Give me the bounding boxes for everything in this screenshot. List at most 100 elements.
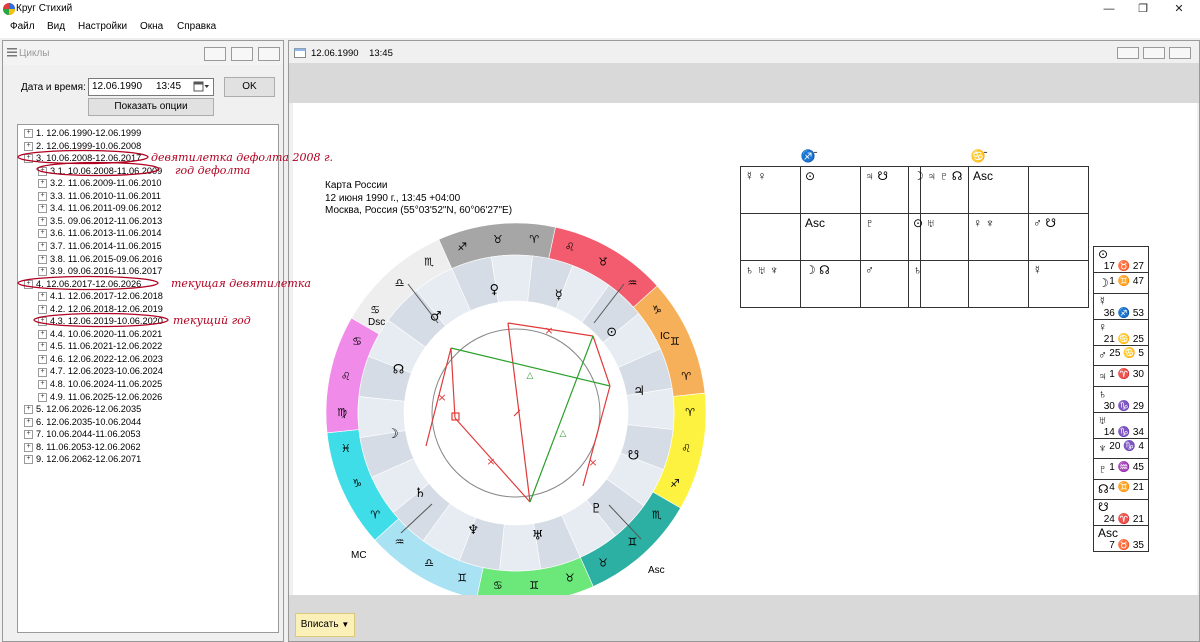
ok-button[interactable]: OK: [224, 77, 275, 97]
expand-icon[interactable]: +: [24, 279, 33, 289]
tree-subnode[interactable]: +4.5. 11.06.2021-12.06.2022: [38, 340, 162, 352]
expand-icon[interactable]: +: [38, 354, 47, 364]
menu-file[interactable]: Файл: [10, 21, 35, 32]
expand-icon[interactable]: +: [38, 179, 47, 189]
menu-bar: Файл Вид Настройки Окна Справка: [0, 18, 1200, 38]
tree-subnode[interactable]: +3.3. 11.06.2010-11.06.2011: [38, 190, 161, 202]
insert-button[interactable]: Вписать ▼: [295, 613, 355, 637]
zodiac-glyph: ♐: [670, 477, 680, 490]
zodiac-glyph: ♊: [529, 579, 539, 592]
expand-icon[interactable]: +: [38, 242, 47, 251]
expand-icon[interactable]: +: [24, 405, 33, 415]
expand-icon[interactable]: +: [38, 380, 47, 390]
tree-node[interactable]: +2. 12.06.1999-10.06.2008: [24, 140, 141, 152]
tree-label: 3.1. 10.06.2008-11.06.2009: [50, 165, 163, 176]
planet-row: ⊙ 17 ♉ 27: [1093, 246, 1149, 273]
tree-node[interactable]: +8. 11.06.2053-12.06.2062: [24, 441, 141, 453]
tree-subnode[interactable]: +4.2. 12.06.2018-12.06.2019: [38, 303, 163, 315]
cycles-panel: Циклы Дата и время: 12.06.1990 13:45 OK …: [2, 40, 284, 642]
expand-icon[interactable]: +: [24, 430, 33, 440]
menu-help[interactable]: Справка: [177, 21, 216, 32]
grid-cell: ⊙ ♅: [908, 213, 969, 261]
panel-close-button[interactable]: [258, 47, 280, 61]
maximize-icon[interactable]: ❐: [1128, 1, 1158, 17]
menu-view[interactable]: Вид: [47, 21, 65, 32]
natal-wheel[interactable]: ♐̄ ♉ ♈ ♌ ♉̄ ♒ ♑ ♊ ♈ ♈ ♌ ♐ ♏ ♊ ♉ ♉ ♊ ♋ ♊ ♎ ♒ ♈ ♑ ♓ ♍ ♌ ♋ ♋ ♎ ♏ ♀ ☿ ⊙ ♃ ☋ ♇ ♅…: [303, 213, 723, 613]
zodiac-glyph: ♏: [424, 255, 434, 268]
expand-icon[interactable]: +: [38, 304, 47, 314]
chart-restore-button[interactable]: [1143, 47, 1165, 59]
panel-restore-button[interactable]: [231, 47, 253, 61]
tree-subnode[interactable]: +3.7. 11.06.2014-11.06.2015: [38, 240, 162, 252]
panel-minimize-button[interactable]: [204, 47, 226, 61]
planet-cell: ♄ 30 ♑ 29: [1093, 385, 1149, 413]
expand-icon[interactable]: +: [38, 392, 47, 402]
planet-cell: ☋ 24 ♈ 21: [1093, 499, 1149, 526]
chart-close-button[interactable]: [1169, 47, 1191, 59]
tree-label: 4. 12.06.2017-12.06.2026: [36, 278, 142, 289]
svg-text:△: △: [560, 429, 567, 439]
planet-glyph-icon: ♃: [633, 384, 645, 399]
planet-row: ♆ 20 ♑ 4: [1093, 437, 1149, 459]
tree-subnode[interactable]: +3.4. 11.06.2011-09.06.2012: [38, 202, 162, 214]
menu-settings[interactable]: Настройки: [78, 21, 127, 32]
show-options-button[interactable]: Показать опции: [88, 98, 214, 116]
tree-node[interactable]: +7. 10.06.2044-11.06.2053: [24, 428, 141, 440]
expand-icon[interactable]: +: [38, 317, 47, 327]
tree-label: 4.2. 12.06.2018-12.06.2019: [50, 303, 163, 314]
tree-subnode[interactable]: +4.4. 10.06.2020-11.06.2021: [38, 328, 162, 340]
tree-node[interactable]: +5. 12.06.2026-12.06.2035: [24, 403, 141, 415]
expand-icon[interactable]: +: [38, 229, 47, 239]
zodiac-glyph: ♊: [670, 335, 680, 348]
tree-subnode[interactable]: +4.9. 11.06.2025-12.06.2026: [38, 391, 162, 403]
calendar-dropdown-icon[interactable]: [193, 81, 210, 93]
tree-node[interactable]: +9. 12.06.2062-12.06.2071: [24, 453, 141, 465]
tree-subnode[interactable]: +4.7. 12.06.2023-10.06.2024: [38, 365, 163, 377]
expand-icon[interactable]: +: [38, 191, 47, 201]
expand-icon[interactable]: +: [38, 204, 47, 214]
expand-icon[interactable]: +: [24, 141, 33, 151]
tree-node[interactable]: +6. 12.06.2035-10.06.2044: [24, 416, 141, 428]
app-title: Круг Стихий: [16, 3, 73, 14]
svg-text:×: ×: [437, 391, 446, 404]
menu-windows[interactable]: Окна: [140, 21, 163, 32]
tree-subnode[interactable]: +3.9. 09.06.2016-11.06.2017: [38, 265, 162, 277]
tree-subnode[interactable]: +4.8. 10.06.2024-11.06.2025: [38, 378, 162, 390]
title-bar: Круг Стихий — ❐ ✕: [0, 0, 1200, 18]
planet-position: 17 ♉ 27: [1103, 261, 1144, 272]
expand-icon[interactable]: +: [24, 455, 33, 465]
tree-label: 5. 12.06.2026-12.06.2035: [36, 404, 142, 415]
chart-minimize-button[interactable]: [1117, 47, 1139, 59]
expand-icon[interactable]: +: [24, 154, 33, 164]
tree-label: 3.4. 11.06.2011-09.06.2012: [50, 203, 162, 214]
tree-subnode[interactable]: +3.5. 09.06.2012-11.06.2013: [38, 215, 162, 227]
tree-subnode[interactable]: +3.2. 11.06.2009-11.06.2010: [38, 177, 162, 189]
grid-cell: ♀ ♆: [968, 213, 1029, 261]
tree-node[interactable]: +3. 10.06.2008-12.06.2017: [24, 152, 141, 164]
expand-icon[interactable]: +: [38, 267, 47, 277]
expand-icon[interactable]: +: [38, 292, 47, 302]
tree-subnode[interactable]: +4.1. 12.06.2017-12.06.2018: [38, 290, 163, 302]
tree-node[interactable]: +4. 12.06.2017-12.06.2026: [24, 278, 141, 290]
tree-subnode[interactable]: +3.6. 11.06.2013-11.06.2014: [38, 227, 162, 239]
cycles-tree[interactable]: +1. 12.06.1990-12.06.1999 +2. 12.06.1999-…: [17, 124, 279, 633]
planet-row: ☿ 36 ♐ 53: [1093, 292, 1149, 320]
expand-icon[interactable]: +: [38, 254, 47, 264]
expand-icon[interactable]: +: [38, 166, 47, 176]
close-icon[interactable]: ✕: [1164, 1, 1194, 17]
expand-icon[interactable]: +: [38, 342, 47, 352]
tree-subnode[interactable]: +4.3. 12.06.2019-10.06.2020: [38, 315, 163, 327]
tree-subnode[interactable]: +3.8. 11.06.2015-09.06.2016: [38, 253, 162, 265]
expand-icon[interactable]: +: [38, 367, 47, 377]
expand-icon[interactable]: +: [38, 329, 47, 339]
date-time-input[interactable]: 12.06.1990 13:45: [88, 78, 214, 96]
expand-icon[interactable]: +: [24, 442, 33, 452]
tree-subnode[interactable]: +4.6. 12.06.2022-12.06.2023: [38, 353, 163, 365]
expand-icon[interactable]: +: [38, 216, 47, 226]
tree-subnode[interactable]: +3.1. 10.06.2008-11.06.2009: [38, 165, 162, 177]
minimize-icon[interactable]: —: [1094, 1, 1124, 17]
grid-cell: ☽ ♃ ♇ ☊: [908, 166, 969, 214]
tree-node[interactable]: +1. 12.06.1990-12.06.1999: [24, 127, 141, 139]
expand-icon[interactable]: +: [24, 417, 33, 427]
expand-icon[interactable]: +: [24, 129, 33, 139]
